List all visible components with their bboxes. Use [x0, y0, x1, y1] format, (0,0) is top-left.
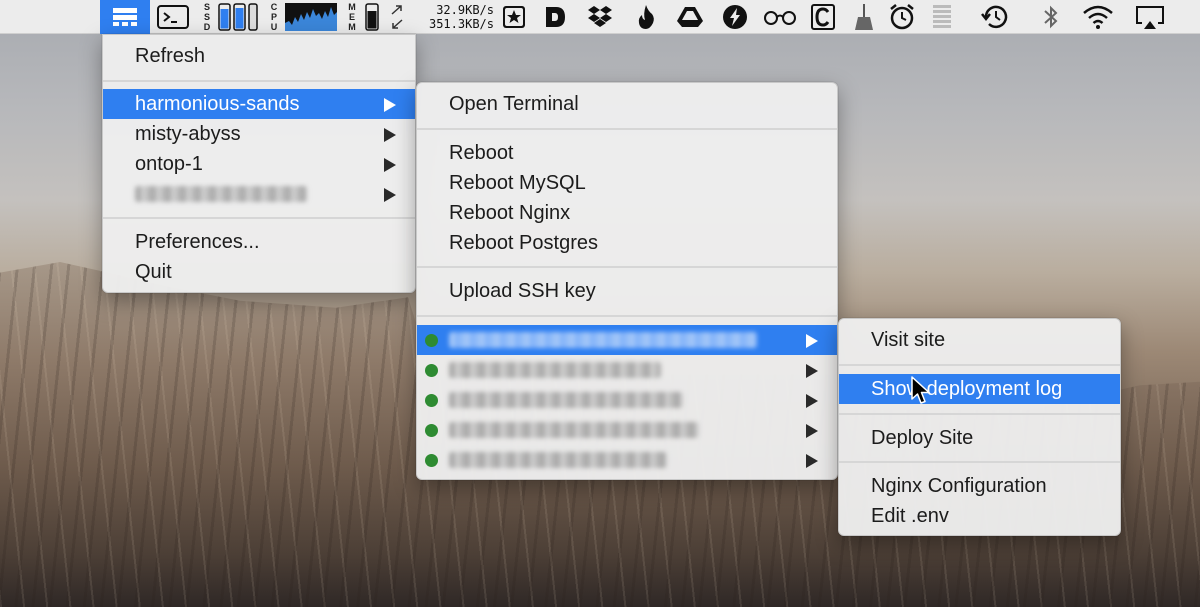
menu-separator: [103, 80, 415, 82]
server-item-misty-abyss[interactable]: misty-abyss: [103, 119, 415, 149]
submenu-arrow-icon: [806, 334, 818, 348]
site-item[interactable]: [417, 385, 837, 415]
dash-d-icon[interactable]: [540, 0, 570, 34]
menu-separator: [839, 461, 1120, 463]
submenu-arrow-icon: [806, 424, 818, 438]
airplay-icon[interactable]: [1132, 0, 1168, 34]
deploy-site-menu-item[interactable]: Deploy Site: [839, 423, 1120, 453]
broom-icon[interactable]: [850, 0, 878, 34]
dropbox-icon[interactable]: [583, 0, 617, 34]
reboot-nginx-label: Reboot Nginx: [449, 202, 571, 224]
reboot-postgres-menu-item[interactable]: Reboot Postgres: [417, 228, 837, 258]
bookmark-star-icon[interactable]: [500, 0, 528, 34]
redacted-site-name: [449, 452, 667, 468]
redacted-site-name: [449, 392, 683, 408]
lightning-icon[interactable]: [720, 0, 750, 34]
submenu-arrow-icon: [384, 158, 396, 172]
menu-separator: [103, 217, 415, 219]
edit-env-menu-item[interactable]: Edit .env: [839, 501, 1120, 531]
site-status-dot: [425, 394, 438, 407]
show-deployment-log-menu-item[interactable]: Show deployment log: [839, 374, 1120, 404]
network-speed-readout: 32.9KB/s 351.3KB/s: [396, 3, 494, 31]
cpu-graph-icon[interactable]: [284, 0, 338, 34]
battery-bars-icon[interactable]: [928, 0, 956, 34]
site-status-dot: [425, 364, 438, 377]
site-item[interactable]: [417, 445, 837, 475]
submenu-arrow-icon: [806, 394, 818, 408]
site-status-dot: [425, 454, 438, 467]
forge-app-icon[interactable]: [100, 0, 150, 34]
server-label: ontop-1: [135, 153, 203, 175]
server-item-ontop-1[interactable]: ontop-1: [103, 149, 415, 179]
download-speed: 351.3KB/s: [428, 17, 494, 31]
nginx-configuration-menu-item[interactable]: Nginx Configuration: [839, 471, 1120, 501]
edit-env-label: Edit .env: [871, 505, 949, 527]
open-terminal-label: Open Terminal: [449, 93, 579, 115]
time-machine-icon[interactable]: [978, 0, 1012, 34]
server-item-redacted[interactable]: [103, 179, 415, 209]
google-drive-icon[interactable]: [673, 0, 707, 34]
server-item-harmonious-sands[interactable]: harmonious-sands: [103, 89, 415, 119]
preferences-menu-item[interactable]: Preferences...: [103, 227, 415, 257]
glasses-icon[interactable]: [762, 0, 798, 34]
upload-ssh-key-menu-item[interactable]: Upload SSH key: [417, 276, 837, 306]
cpu-label: CPU: [270, 2, 278, 32]
submenu-arrow-icon: [806, 364, 818, 378]
visit-site-label: Visit site: [871, 329, 946, 351]
ssd-label: SSD: [203, 2, 211, 32]
wifi-icon[interactable]: [1080, 0, 1116, 34]
redacted-site-name: [449, 362, 661, 378]
redacted-server-name: [135, 186, 307, 202]
quit-menu-item[interactable]: Quit: [103, 257, 415, 287]
site-status-dot: [425, 424, 438, 437]
submenu-arrow-icon: [384, 188, 396, 202]
refresh-menu-item[interactable]: Refresh: [103, 41, 415, 71]
ssd-usage-icon[interactable]: [216, 0, 260, 34]
terminal-icon[interactable]: [155, 0, 191, 34]
server-submenu: Open Terminal Reboot Reboot MySQL Reboot…: [416, 82, 838, 480]
submenu-arrow-icon: [806, 454, 818, 468]
menu-bar: SSD CPU MEM 32.9KB/s 351.3KB/s: [0, 0, 1200, 34]
reboot-label: Reboot: [449, 142, 514, 164]
reboot-mysql-label: Reboot MySQL: [449, 172, 586, 194]
site-status-dot: [425, 334, 438, 347]
mem-label: MEM: [348, 2, 356, 32]
bluetooth-icon[interactable]: [1038, 0, 1064, 34]
redacted-site-name: [449, 422, 699, 438]
mouse-cursor-icon: [911, 376, 930, 404]
submenu-arrow-icon: [384, 98, 396, 112]
menu-separator: [417, 266, 837, 268]
refresh-label: Refresh: [135, 45, 206, 67]
copy-c-icon[interactable]: [808, 0, 838, 34]
upload-ssh-key-label: Upload SSH key: [449, 280, 596, 302]
memory-icon[interactable]: [362, 0, 382, 34]
site-submenu: Visit site Show deployment log Deploy Si…: [838, 318, 1121, 536]
reboot-menu-item[interactable]: Reboot: [417, 138, 837, 168]
reboot-mysql-menu-item[interactable]: Reboot MySQL: [417, 168, 837, 198]
nginx-configuration-label: Nginx Configuration: [871, 475, 1047, 497]
flame-icon[interactable]: [632, 0, 660, 34]
reboot-postgres-label: Reboot Postgres: [449, 232, 598, 254]
reboot-nginx-menu-item[interactable]: Reboot Nginx: [417, 198, 837, 228]
redacted-site-name: [449, 332, 757, 348]
alarm-clock-icon[interactable]: [886, 0, 918, 34]
open-terminal-menu-item[interactable]: Open Terminal: [417, 89, 837, 119]
menu-separator: [417, 128, 837, 130]
quit-label: Quit: [135, 261, 172, 283]
menu-separator: [839, 413, 1120, 415]
upload-speed: 32.9KB/s: [436, 3, 494, 17]
menu-separator: [839, 364, 1120, 366]
submenu-arrow-icon: [384, 128, 396, 142]
visit-site-menu-item[interactable]: Visit site: [839, 325, 1120, 355]
server-label: harmonious-sands: [135, 93, 300, 115]
menu-separator: [417, 315, 837, 317]
show-deployment-log-label: Show deployment log: [871, 378, 1063, 400]
site-item[interactable]: [417, 355, 837, 385]
site-item[interactable]: [417, 415, 837, 445]
site-item[interactable]: [417, 325, 837, 355]
server-label: misty-abyss: [135, 123, 241, 145]
deploy-site-label: Deploy Site: [871, 427, 974, 449]
main-menu: Refresh harmonious-sands misty-abyss ont…: [102, 34, 416, 293]
preferences-label: Preferences...: [135, 231, 260, 253]
